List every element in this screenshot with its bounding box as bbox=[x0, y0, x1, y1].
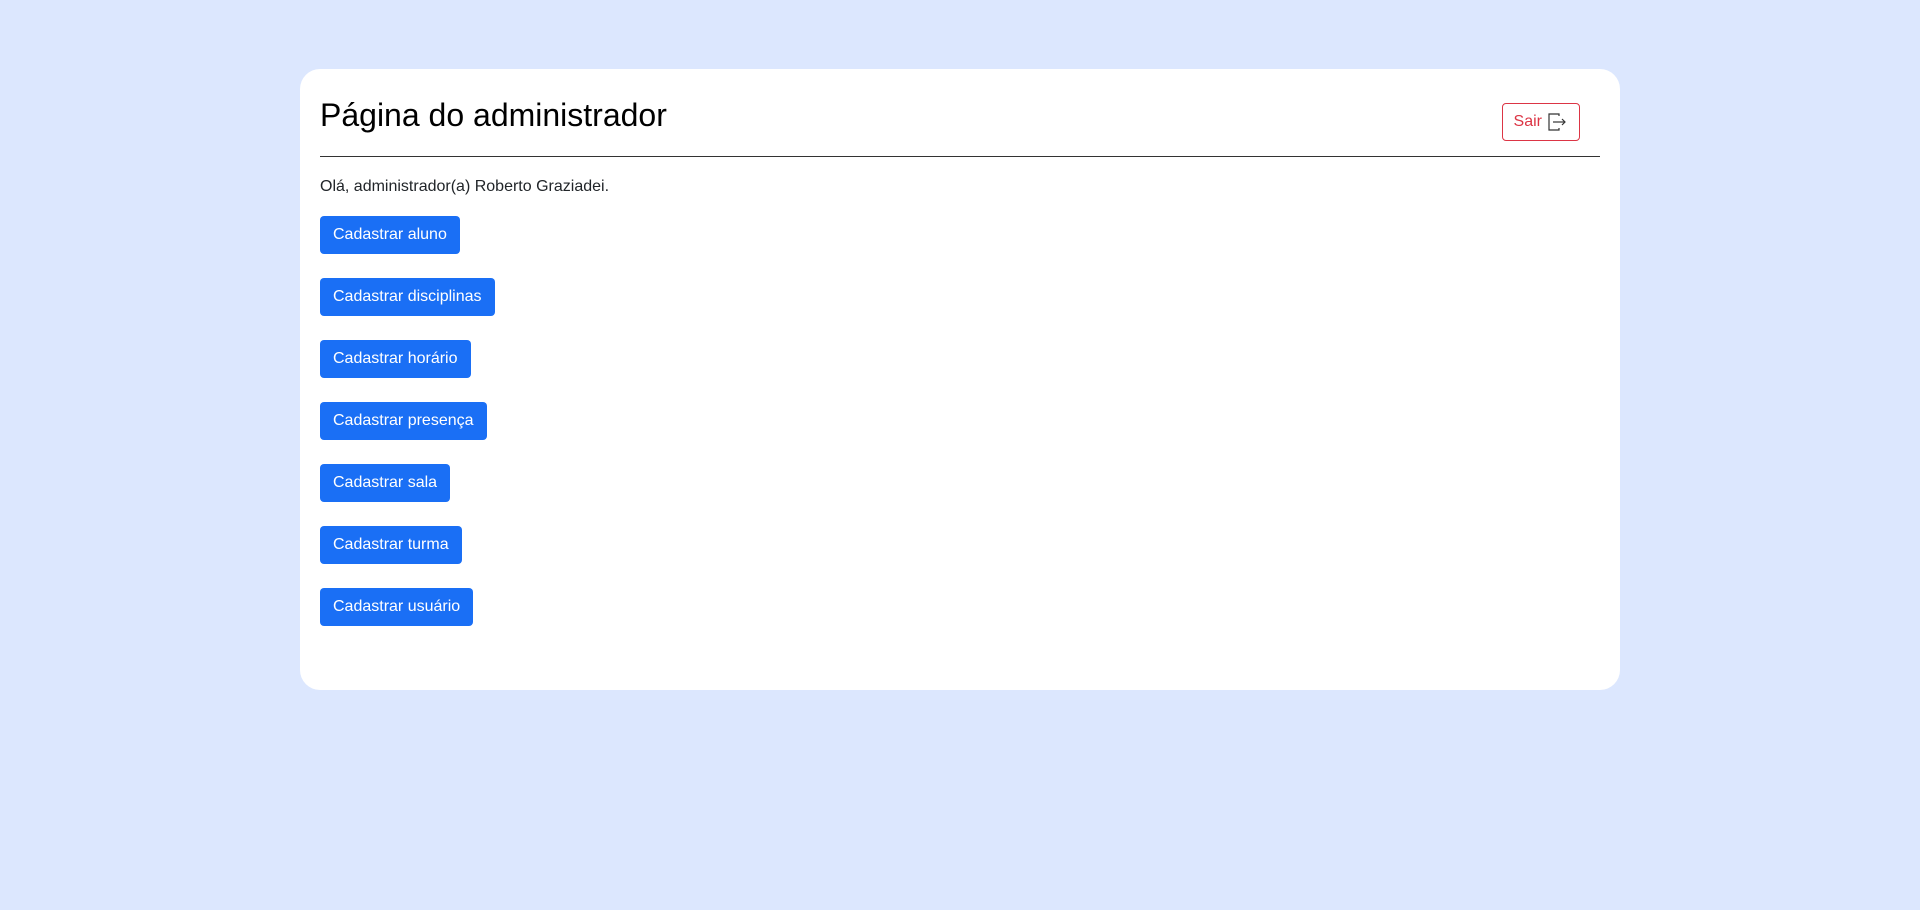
register-student-button[interactable]: Cadastrar aluno bbox=[320, 216, 460, 254]
register-attendance-button[interactable]: Cadastrar presença bbox=[320, 402, 487, 440]
logout-button[interactable]: Sair bbox=[1501, 103, 1580, 141]
register-class-button[interactable]: Cadastrar turma bbox=[320, 526, 462, 564]
register-schedule-button[interactable]: Cadastrar horário bbox=[320, 340, 471, 378]
register-user-button[interactable]: Cadastrar usuário bbox=[320, 588, 474, 626]
register-subjects-button[interactable]: Cadastrar disciplinas bbox=[320, 278, 495, 316]
box-arrow-right-icon bbox=[1546, 111, 1568, 133]
register-room-button[interactable]: Cadastrar sala bbox=[320, 464, 451, 502]
admin-card: Página do administrador Sair Olá, admini… bbox=[300, 69, 1620, 690]
admin-actions: Cadastrar aluno Cadastrar disciplinas Ca… bbox=[320, 216, 1600, 626]
logout-label: Sair bbox=[1513, 113, 1542, 130]
page-title: Página do administrador bbox=[320, 97, 667, 133]
page-header: Página do administrador Sair bbox=[320, 69, 1600, 157]
greeting-text: Olá, administrador(a) Roberto Graziadei. bbox=[320, 178, 610, 195]
